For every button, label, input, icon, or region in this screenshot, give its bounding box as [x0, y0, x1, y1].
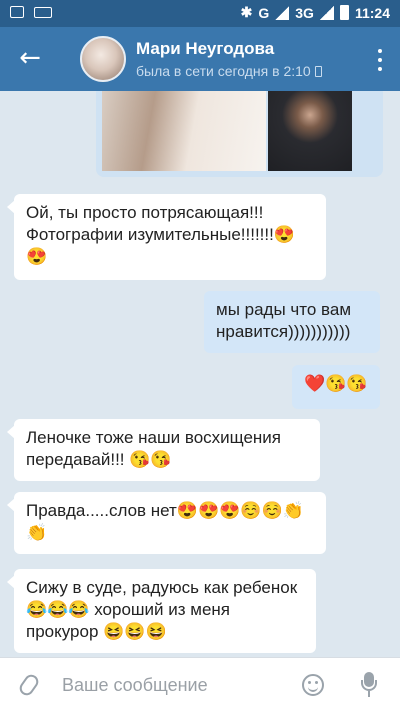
photo-attachment-1[interactable] [102, 91, 266, 171]
network-type: G [258, 4, 270, 21]
photo-attachment-2[interactable] [268, 91, 352, 171]
message-incoming[interactable]: Правда.....слов нет😍😍😍☺️☺️👏👏 [7, 492, 326, 554]
last-seen-status: была в сети сегодня в 2:10 [136, 63, 322, 79]
last-seen-text: была в сети сегодня в 2:10 [136, 63, 311, 79]
contact-name[interactable]: Мари Неугодова [136, 39, 274, 59]
signal-icon-2 [319, 5, 334, 20]
message-list[interactable]: Ой, ты просто потрясающая!!! Фотографии … [0, 91, 400, 657]
bluetooth-icon: ✱ [240, 4, 253, 20]
status-bar: ✱ G 3G 11:24 [0, 0, 400, 27]
message-outgoing[interactable]: мы рады что вам нравится))))))))))) [204, 291, 380, 353]
attach-icon[interactable] [16, 671, 42, 699]
notification-image-icon [10, 6, 24, 18]
message-outgoing[interactable]: ❤️😘😘 [292, 365, 380, 409]
back-arrow-icon[interactable]: ← [14, 45, 46, 73]
message-incoming[interactable]: Леночке тоже наши восхищения передавай!!… [7, 419, 320, 481]
microphone-icon[interactable] [360, 672, 378, 698]
message-incoming[interactable]: Сижу в суде, радуюсь как ребенок 😂😂😂 хор… [7, 569, 316, 653]
photo-message[interactable] [96, 91, 383, 177]
keyboard-icon [34, 6, 52, 18]
message-input[interactable] [62, 672, 282, 698]
signal-icon [275, 5, 290, 20]
emoji-icon[interactable] [302, 674, 324, 696]
message-incoming[interactable]: Ой, ты просто потрясающая!!! Фотографии … [7, 194, 326, 280]
battery-icon [339, 5, 349, 20]
avatar[interactable] [80, 36, 126, 82]
clock: 11:24 [354, 4, 390, 21]
network-type-3g: 3G [295, 4, 314, 21]
more-menu-icon[interactable] [372, 47, 388, 73]
chat-header: ← Мари Неугодова была в сети сегодня в 2… [0, 27, 400, 91]
mobile-device-icon [314, 66, 322, 77]
message-composer [0, 657, 400, 711]
